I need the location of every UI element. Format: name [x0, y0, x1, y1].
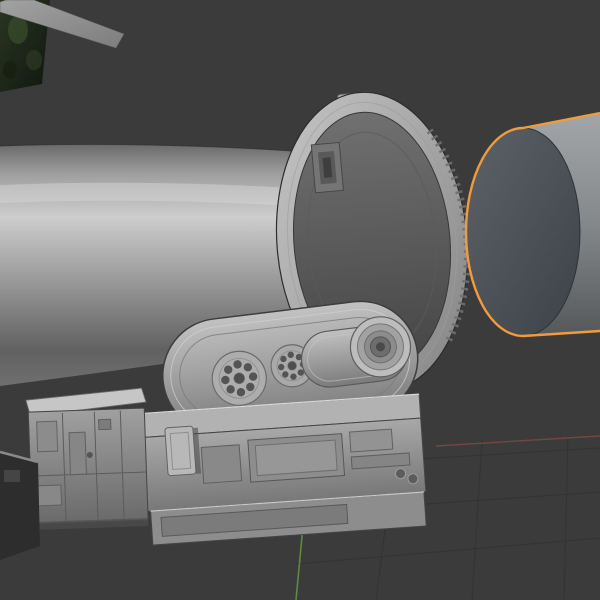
vent-hole — [407, 473, 419, 485]
backdrop-texture-blotch — [26, 50, 42, 70]
box-inset — [68, 431, 88, 476]
backdrop-texture-blotch — [8, 16, 28, 44]
backdrop-texture-blotch — [3, 61, 17, 79]
panel-tab — [164, 425, 197, 477]
box-inset — [36, 484, 63, 507]
viewport-canvas[interactable] — [0, 0, 600, 600]
wedge-inset — [4, 470, 20, 482]
dark-wedge-mesh[interactable] — [0, 450, 40, 560]
viewport[interactable] — [0, 0, 600, 600]
panel-assembly-mesh[interactable] — [114, 393, 428, 547]
box-notch — [98, 418, 112, 431]
vent-hole — [395, 468, 407, 480]
left-box-mesh[interactable] — [25, 387, 151, 531]
wedge-face — [0, 452, 40, 560]
panel-inset-right — [348, 428, 394, 453]
panel-inset-left — [200, 444, 243, 484]
box-inset — [36, 420, 59, 453]
panel-inset-inner — [254, 439, 338, 477]
